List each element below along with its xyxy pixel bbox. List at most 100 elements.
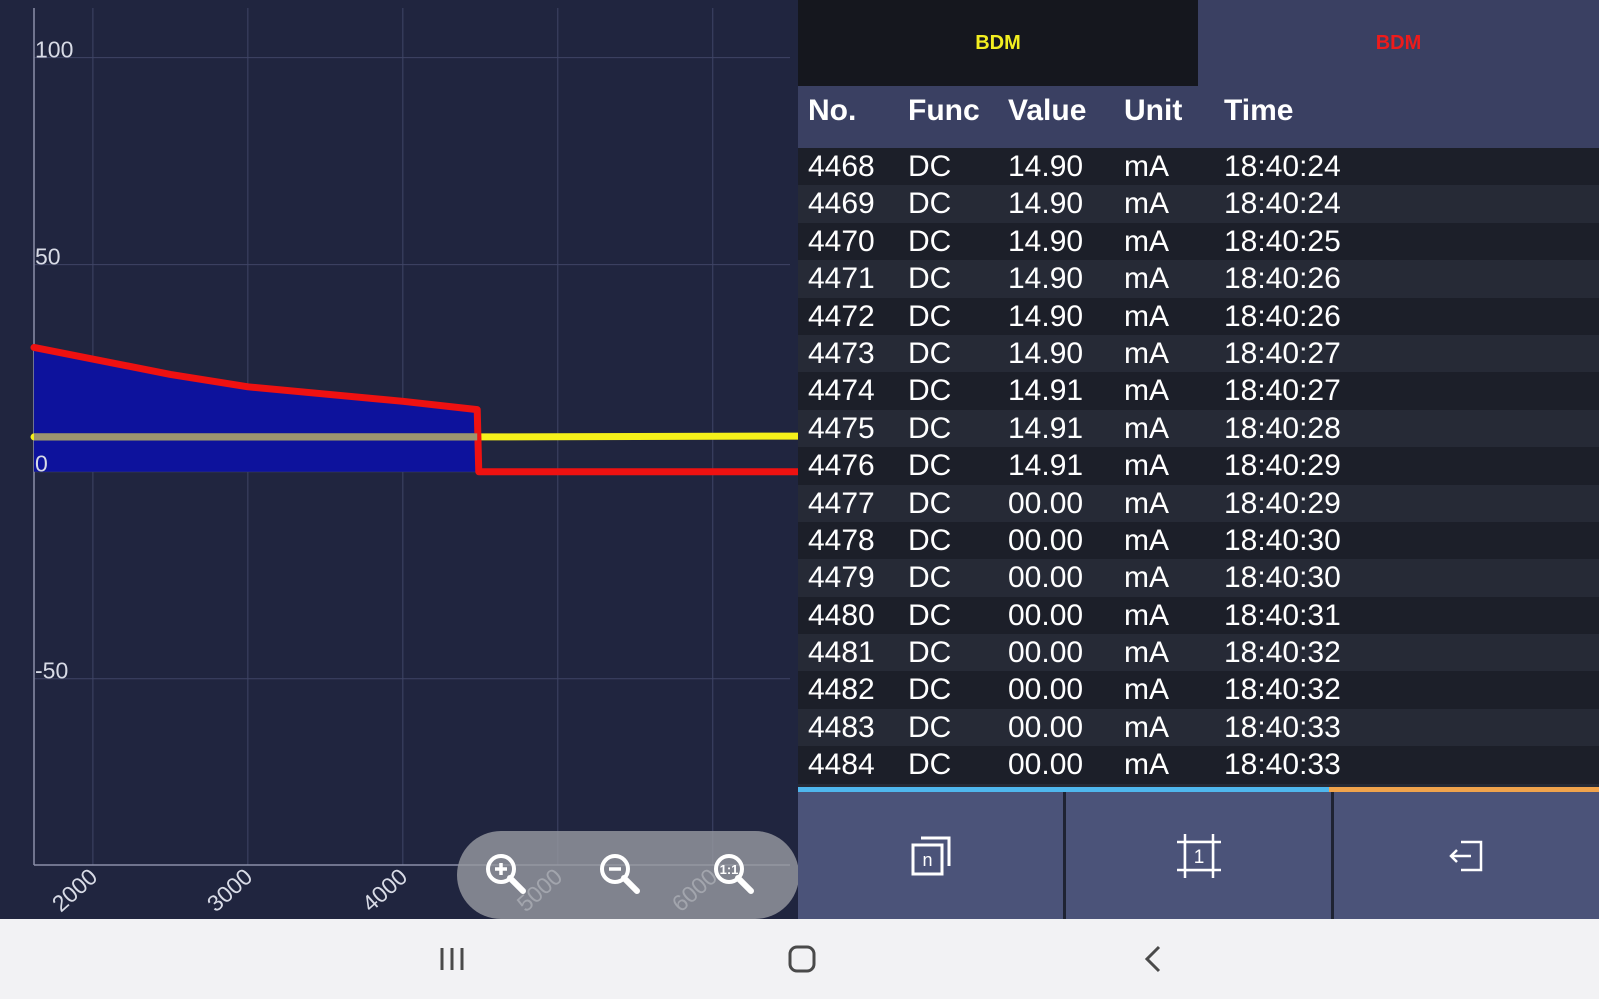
- y-tick-label: 100: [35, 37, 73, 63]
- cell-time: 18:40:31: [1224, 598, 1341, 632]
- multi-record-button[interactable]: n: [798, 792, 1063, 919]
- cell-value: 00.00: [1008, 636, 1084, 670]
- cell-value: 00.00: [1008, 523, 1084, 557]
- cell-value: 14.91: [1008, 449, 1084, 483]
- cell-func: DC: [908, 336, 952, 370]
- cell-no: 4475: [808, 411, 875, 445]
- table-row[interactable]: 4476 DC 14.91 mA 18:40:29: [798, 447, 1599, 485]
- zoom-reset-icon[interactable]: 1:1: [709, 849, 761, 901]
- column-header-unit: Unit: [1124, 94, 1183, 127]
- back-icon: [1144, 945, 1161, 973]
- back-button[interactable]: [1124, 935, 1184, 983]
- cell-unit: mA: [1124, 748, 1169, 782]
- table-row[interactable]: 4473 DC 14.90 mA 18:40:27: [798, 334, 1599, 373]
- cell-value: 14.90: [1008, 187, 1084, 221]
- cell-no: 4472: [808, 299, 875, 333]
- cell-func: DC: [908, 486, 952, 520]
- home-icon: [788, 945, 816, 973]
- y-tick-label: 50: [35, 244, 61, 270]
- cell-value: 00.00: [1008, 748, 1084, 782]
- cell-func: DC: [908, 748, 952, 782]
- cell-time: 18:40:28: [1224, 411, 1341, 445]
- cell-unit: mA: [1124, 523, 1169, 557]
- chart-panel[interactable]: 100500-5020003000400050006000 1:1: [0, 0, 798, 919]
- x-tick-label: 4000: [357, 863, 412, 917]
- table-row[interactable]: 4478 DC 00.00 mA 18:40:30: [798, 521, 1599, 560]
- cell-time: 18:40:33: [1224, 748, 1341, 782]
- single-frame-icon: 1: [1176, 833, 1221, 878]
- cell-func: DC: [908, 561, 952, 595]
- table-row[interactable]: 4472 DC 14.90 mA 18:40:26: [798, 297, 1599, 335]
- table-row[interactable]: 4477 DC 00.00 mA 18:40:29: [798, 484, 1599, 522]
- cell-value: 14.90: [1008, 224, 1084, 258]
- cell-value: 14.90: [1008, 150, 1084, 183]
- cell-value: 14.90: [1008, 299, 1084, 333]
- data-panel: BDM BDM No. Func Value Unit Time 4468 DC 1…: [798, 0, 1599, 919]
- cell-no: 4476: [808, 449, 875, 483]
- cell-func: DC: [908, 299, 952, 333]
- table-row[interactable]: 4482 DC 00.00 mA 18:40:32: [798, 671, 1599, 709]
- cell-no: 4483: [808, 710, 875, 744]
- cell-unit: mA: [1124, 411, 1169, 445]
- cell-func: DC: [908, 449, 952, 483]
- cell-value: 00.00: [1008, 486, 1084, 520]
- cell-func: DC: [908, 523, 952, 557]
- cell-value: 00.00: [1008, 673, 1084, 707]
- cell-time: 18:40:24: [1224, 150, 1341, 183]
- cell-value: 14.91: [1008, 374, 1084, 408]
- zoom-out-icon[interactable]: [595, 849, 647, 901]
- table-row[interactable]: 4469 DC 14.90 mA 18:40:24: [798, 185, 1599, 223]
- bottom-toolbar: n 1: [798, 792, 1599, 919]
- series-0-area: [34, 347, 798, 472]
- cell-unit: mA: [1124, 449, 1169, 483]
- cell-value: 14.90: [1008, 262, 1084, 296]
- recent-apps-icon: [440, 948, 464, 970]
- cell-no: 4470: [808, 224, 875, 258]
- cell-no: 4474: [808, 374, 875, 408]
- table-row[interactable]: 4470 DC 14.90 mA 18:40:25: [798, 222, 1599, 261]
- cell-no: 4482: [808, 673, 875, 707]
- cell-time: 18:40:26: [1224, 299, 1341, 333]
- cell-value: 14.91: [1008, 411, 1084, 445]
- data-table-body[interactable]: 4468 DC 14.90 mA 18:40:24 4469 DC 14.90 mA 18:40:…: [798, 148, 1599, 788]
- recent-apps-button[interactable]: [422, 935, 482, 983]
- table-row[interactable]: 4479 DC 00.00 mA 18:40:30: [798, 559, 1599, 597]
- cell-time: 18:40:24: [1224, 187, 1341, 221]
- cell-value: 00.00: [1008, 561, 1084, 595]
- cell-unit: mA: [1124, 150, 1169, 183]
- table-row[interactable]: 4480 DC 00.00 mA 18:40:31: [798, 596, 1599, 635]
- cell-no: 4471: [808, 262, 875, 296]
- tab-channel-1[interactable]: BDM: [798, 0, 1198, 86]
- cell-func: DC: [908, 150, 952, 183]
- zoom-toolbar: 1:1: [457, 831, 798, 919]
- y-tick-label: -50: [35, 658, 68, 684]
- cell-no: 4473: [808, 336, 875, 370]
- table-row[interactable]: 4483 DC 00.00 mA 18:40:33: [798, 708, 1599, 747]
- cell-time: 18:40:26: [1224, 262, 1341, 296]
- cell-time: 18:40:27: [1224, 336, 1341, 370]
- cell-unit: mA: [1124, 262, 1169, 296]
- home-button[interactable]: [772, 935, 832, 983]
- tab-channel-2[interactable]: BDM: [1198, 0, 1599, 86]
- table-row[interactable]: 4481 DC 00.00 mA 18:40:32: [798, 634, 1599, 672]
- cell-time: 18:40:30: [1224, 561, 1341, 595]
- exit-button[interactable]: [1334, 792, 1599, 919]
- cell-unit: mA: [1124, 299, 1169, 333]
- table-row[interactable]: 4468 DC 14.90 mA 18:40:24: [798, 148, 1599, 186]
- cell-unit: mA: [1124, 673, 1169, 707]
- table-row[interactable]: 4474 DC 14.91 mA 18:40:27: [798, 372, 1599, 410]
- n-label: n: [922, 850, 932, 870]
- zoom-in-icon[interactable]: [481, 849, 533, 901]
- chart-svg[interactable]: 100500-5020003000400050006000: [0, 0, 798, 919]
- cell-func: DC: [908, 673, 952, 707]
- table-row[interactable]: 4471 DC 14.90 mA 18:40:26: [798, 260, 1599, 298]
- table-row[interactable]: 4475 DC 14.91 mA 18:40:28: [798, 409, 1599, 448]
- cell-no: 4481: [808, 636, 875, 670]
- table-row[interactable]: 4484 DC 00.00 mA 18:40:33: [798, 746, 1599, 784]
- cell-unit: mA: [1124, 561, 1169, 595]
- single-record-button[interactable]: 1: [1066, 792, 1331, 919]
- cell-time: 18:40:32: [1224, 636, 1341, 670]
- cell-func: DC: [908, 374, 952, 408]
- cell-func: DC: [908, 262, 952, 296]
- cell-no: 4479: [808, 561, 875, 595]
